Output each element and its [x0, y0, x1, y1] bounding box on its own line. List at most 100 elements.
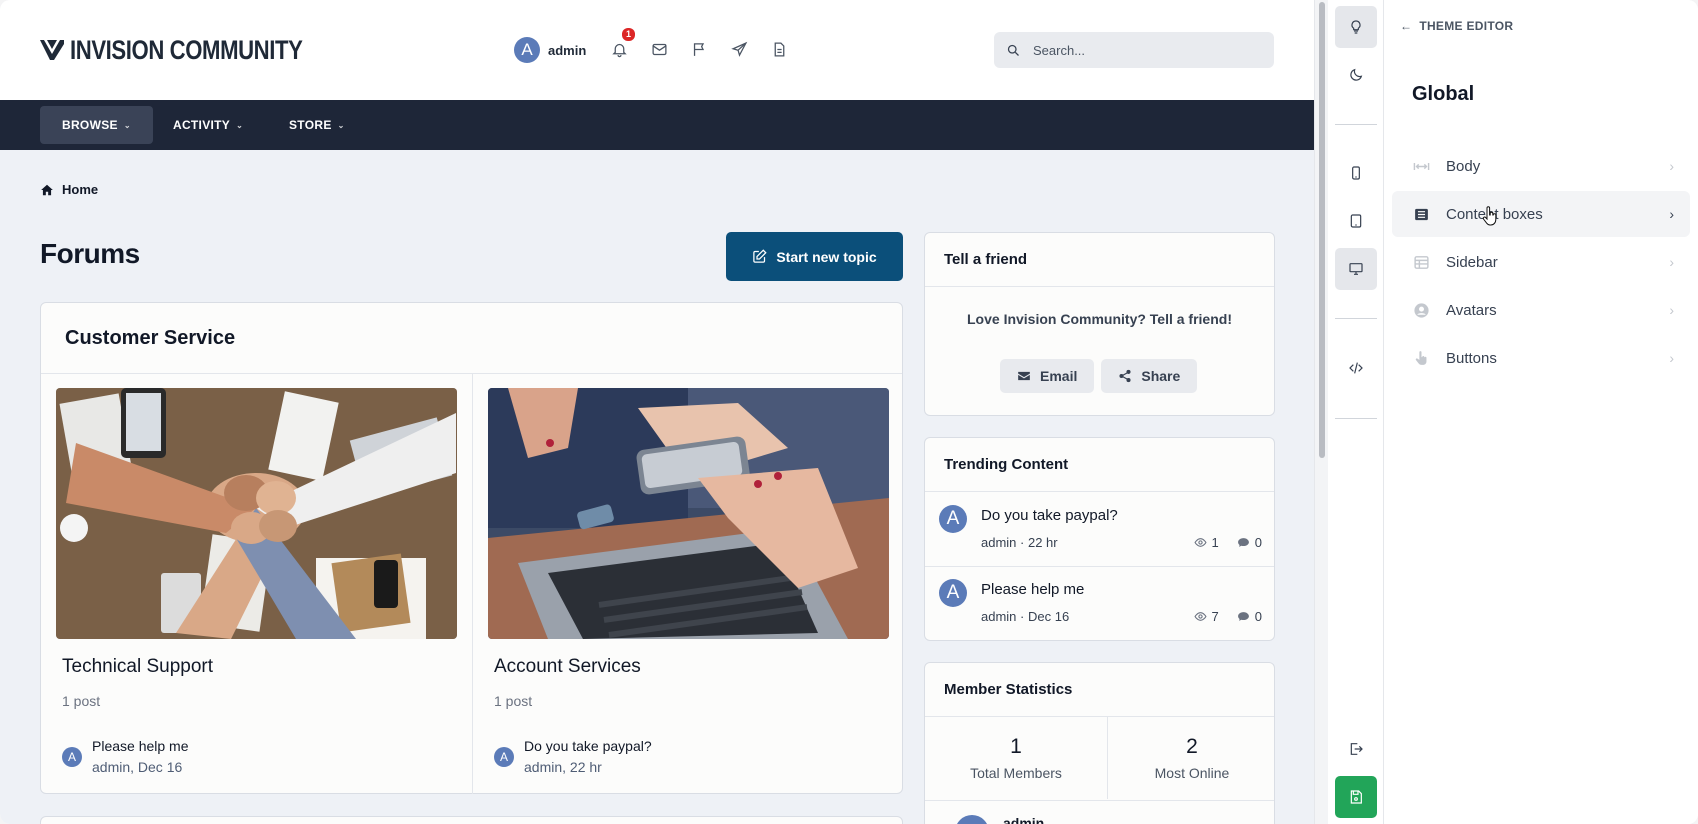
chevron-right-icon: › — [1669, 350, 1674, 366]
trending-author[interactable]: admin — [981, 609, 1016, 624]
save-button[interactable] — [1335, 776, 1377, 818]
list-icon — [1412, 205, 1430, 223]
editor-item-content-boxes[interactable]: Content boxes › — [1392, 191, 1690, 237]
forum-last-post[interactable]: A Do you take paypal? admin, 22 hr — [494, 737, 652, 777]
mobile-view-button[interactable] — [1335, 152, 1377, 194]
messages-button[interactable] — [649, 38, 669, 60]
phone-laptop-image — [488, 388, 889, 639]
forum-card[interactable]: Account Services 1 post A Do you take pa… — [488, 388, 889, 775]
comment-count: 0 — [1237, 535, 1262, 550]
chevron-down-icon: ⌄ — [337, 120, 345, 130]
trending-stats: 1 0 — [1193, 535, 1262, 550]
table-icon — [1412, 253, 1430, 271]
forum-image[interactable] — [56, 388, 457, 639]
lightbulb-icon — [1351, 20, 1361, 34]
trending-author[interactable]: admin — [981, 535, 1016, 550]
forum-last-post[interactable]: A Please help me admin, Dec 16 — [62, 737, 189, 777]
share-button[interactable]: Share — [1101, 359, 1198, 393]
search-input[interactable]: Search... — [994, 32, 1274, 68]
member-statistics-widget: Member Statistics 1 Total Members 2 Most… — [924, 662, 1275, 824]
paper-plane-icon — [730, 41, 747, 57]
desktop-view-button[interactable] — [1335, 248, 1377, 290]
arrow-left-icon: ← — [1400, 19, 1413, 33]
eye-icon — [1193, 612, 1207, 621]
tips-button[interactable] — [1335, 6, 1377, 48]
home-icon — [41, 184, 53, 195]
nav-browse[interactable]: BROWSE ⌄ — [40, 106, 153, 144]
editor-item-label: Body — [1446, 157, 1481, 175]
exit-editor-button[interactable] — [1335, 728, 1377, 770]
avatar — [955, 815, 989, 824]
divider — [1335, 124, 1377, 125]
divider — [925, 800, 1274, 801]
trending-title[interactable]: Do you take paypal? — [981, 507, 1118, 524]
trending-item[interactable]: A Do you take paypal? admin · 22 hr 1 0 — [925, 493, 1274, 567]
document-icon — [774, 41, 784, 57]
theme-editor-toolbar — [1328, 0, 1384, 824]
start-new-topic-button[interactable]: Start new topic — [726, 232, 903, 281]
header-icons: 1 — [609, 28, 789, 60]
page-title: Forums — [40, 238, 140, 269]
tell-a-friend-text: Love Invision Community? Tell a friend! — [967, 311, 1232, 327]
send-button[interactable] — [729, 38, 749, 60]
total-members-label: Total Members — [970, 765, 1062, 781]
trending-item[interactable]: A Please help me admin · Dec 16 7 0 — [925, 567, 1274, 640]
email-button[interactable]: Email — [1000, 359, 1095, 393]
scrollbar-thumb[interactable] — [1319, 2, 1325, 458]
user-circle-icon — [1412, 301, 1430, 319]
dark-mode-button[interactable] — [1335, 54, 1377, 96]
back-to-theme-editor[interactable]: ← THEME EDITOR — [1400, 19, 1513, 33]
trending-meta: admin · 22 hr — [981, 535, 1058, 550]
user-menu[interactable]: A admin — [514, 37, 586, 63]
tablet-view-button[interactable] — [1335, 200, 1377, 242]
page-scrollbar[interactable] — [1314, 0, 1328, 824]
nav-activity[interactable]: ACTIVITY ⌄ — [151, 106, 265, 144]
avatar: A — [939, 505, 967, 533]
reports-button[interactable] — [689, 38, 709, 60]
chevron-down-icon: ⌄ — [236, 120, 244, 130]
tablet-icon — [1350, 214, 1362, 228]
drafts-button[interactable] — [769, 38, 789, 60]
editor-item-avatars[interactable]: Avatars › — [1392, 287, 1690, 333]
nav-store[interactable]: STORE ⌄ — [267, 106, 367, 144]
total-members-stat: 1 Total Members — [925, 717, 1108, 799]
editor-item-label: Buttons — [1446, 349, 1497, 367]
mobile-icon — [1352, 166, 1360, 180]
editor-item-buttons[interactable]: Buttons › — [1392, 335, 1690, 381]
panel-title: Global — [1412, 83, 1475, 105]
editor-item-body[interactable]: Body › — [1392, 143, 1690, 189]
site-logo[interactable]: INVISION COMMUNITY — [40, 35, 354, 65]
comment-count: 0 — [1237, 609, 1262, 624]
nav-activity-label: ACTIVITY — [173, 118, 231, 132]
most-online-stat: 2 Most Online — [1109, 717, 1274, 799]
hand-pointer-icon — [1412, 349, 1430, 367]
desktop-icon — [1349, 263, 1363, 275]
chevron-right-icon: › — [1669, 254, 1674, 270]
forum-image[interactable] — [488, 388, 889, 639]
widget-title: Member Statistics — [925, 663, 1274, 717]
editor-item-sidebar[interactable]: Sidebar › — [1392, 239, 1690, 285]
bell-icon — [611, 43, 627, 57]
forum-title[interactable]: Account Services — [494, 656, 641, 678]
last-post-title[interactable]: Please help me — [92, 737, 189, 755]
divider — [1335, 318, 1377, 319]
last-post-title[interactable]: Do you take paypal? — [524, 737, 652, 755]
divider — [472, 373, 473, 794]
trending-time: Dec 16 — [1027, 609, 1070, 624]
notifications-button[interactable]: 1 — [609, 28, 635, 60]
forum-card[interactable]: Technical Support 1 post A Please help m… — [56, 388, 457, 775]
trending-content-widget: Trending Content A Do you take paypal? a… — [924, 437, 1275, 641]
custom-code-button[interactable] — [1335, 347, 1377, 389]
newest-member-name[interactable]: admin — [1003, 815, 1044, 824]
chevron-down-icon: ⌄ — [123, 120, 131, 130]
save-icon — [1350, 790, 1362, 804]
editor-item-label: Avatars — [1446, 301, 1497, 319]
site-header: INVISION COMMUNITY A admin 1 Search... — [0, 0, 1314, 100]
breadcrumb[interactable]: Home — [40, 182, 98, 197]
editor-item-label: Sidebar — [1446, 253, 1498, 271]
teamwork-fists-image — [56, 388, 457, 639]
forum-title[interactable]: Technical Support — [62, 656, 213, 678]
trending-title[interactable]: Please help me — [981, 581, 1084, 598]
forum-post-count: 1 post — [62, 693, 101, 709]
forum-post-count: 1 post — [494, 693, 533, 709]
